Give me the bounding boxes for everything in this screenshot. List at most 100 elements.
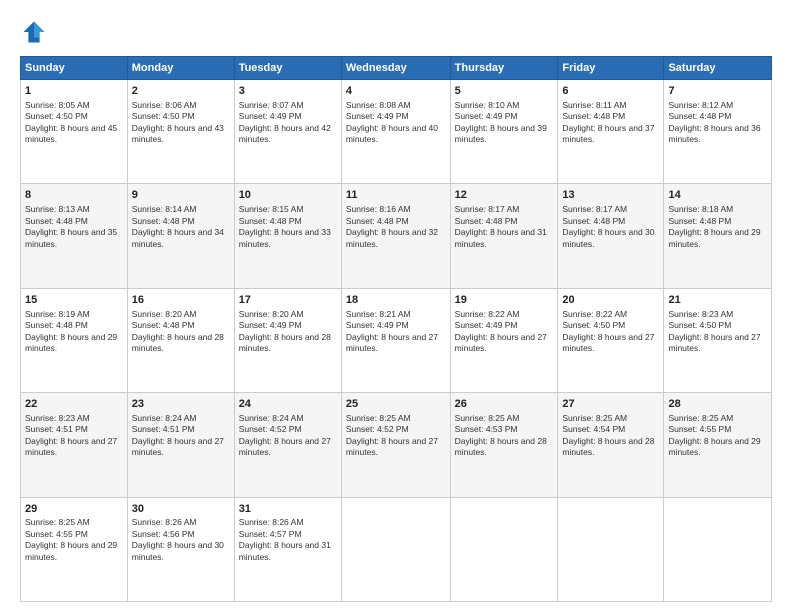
cell-info: Sunrise: 8:23 AMSunset: 4:50 PMDaylight:…	[668, 309, 767, 355]
cell-day-number: 30	[132, 502, 230, 517]
logo-icon	[20, 18, 48, 46]
cell-day-number: 8	[25, 188, 123, 203]
cell-info: Sunrise: 8:20 AMSunset: 4:48 PMDaylight:…	[132, 309, 230, 355]
cell-info: Sunrise: 8:06 AMSunset: 4:50 PMDaylight:…	[132, 100, 230, 146]
cell-week0-day3: 4 Sunrise: 8:08 AMSunset: 4:49 PMDayligh…	[341, 80, 450, 184]
cell-day-number: 27	[562, 397, 659, 412]
cell-week1-day3: 11 Sunrise: 8:16 AMSunset: 4:48 PMDaylig…	[341, 184, 450, 288]
cell-info: Sunrise: 8:13 AMSunset: 4:48 PMDaylight:…	[25, 204, 123, 250]
cell-info: Sunrise: 8:17 AMSunset: 4:48 PMDaylight:…	[562, 204, 659, 250]
cell-week2-day6: 21 Sunrise: 8:23 AMSunset: 4:50 PMDaylig…	[664, 288, 772, 392]
cell-week2-day2: 17 Sunrise: 8:20 AMSunset: 4:49 PMDaylig…	[234, 288, 341, 392]
cell-week1-day0: 8 Sunrise: 8:13 AMSunset: 4:48 PMDayligh…	[21, 184, 128, 288]
header	[20, 18, 772, 46]
cell-info: Sunrise: 8:21 AMSunset: 4:49 PMDaylight:…	[346, 309, 446, 355]
cell-week0-day4: 5 Sunrise: 8:10 AMSunset: 4:49 PMDayligh…	[450, 80, 558, 184]
cell-day-number: 23	[132, 397, 230, 412]
cell-week1-day4: 12 Sunrise: 8:17 AMSunset: 4:48 PMDaylig…	[450, 184, 558, 288]
cell-info: Sunrise: 8:24 AMSunset: 4:52 PMDaylight:…	[239, 413, 337, 459]
cell-day-number: 9	[132, 188, 230, 203]
cell-info: Sunrise: 8:20 AMSunset: 4:49 PMDaylight:…	[239, 309, 337, 355]
cell-day-number: 12	[455, 188, 554, 203]
cell-info: Sunrise: 8:14 AMSunset: 4:48 PMDaylight:…	[132, 204, 230, 250]
col-header-tuesday: Tuesday	[234, 57, 341, 80]
cell-week2-day1: 16 Sunrise: 8:20 AMSunset: 4:48 PMDaylig…	[127, 288, 234, 392]
cell-week3-day3: 25 Sunrise: 8:25 AMSunset: 4:52 PMDaylig…	[341, 393, 450, 497]
cell-info: Sunrise: 8:16 AMSunset: 4:48 PMDaylight:…	[346, 204, 446, 250]
cell-day-number: 19	[455, 293, 554, 308]
col-header-friday: Friday	[558, 57, 664, 80]
col-header-wednesday: Wednesday	[341, 57, 450, 80]
cell-info: Sunrise: 8:10 AMSunset: 4:49 PMDaylight:…	[455, 100, 554, 146]
cell-info: Sunrise: 8:25 AMSunset: 4:52 PMDaylight:…	[346, 413, 446, 459]
cell-info: Sunrise: 8:12 AMSunset: 4:48 PMDaylight:…	[668, 100, 767, 146]
cell-day-number: 15	[25, 293, 123, 308]
cell-day-number: 24	[239, 397, 337, 412]
cell-week4-day2: 31 Sunrise: 8:26 AMSunset: 4:57 PMDaylig…	[234, 497, 341, 601]
cell-week2-day5: 20 Sunrise: 8:22 AMSunset: 4:50 PMDaylig…	[558, 288, 664, 392]
cell-week1-day6: 14 Sunrise: 8:18 AMSunset: 4:48 PMDaylig…	[664, 184, 772, 288]
cell-day-number: 7	[668, 84, 767, 99]
cell-day-number: 11	[346, 188, 446, 203]
cell-week4-day3	[341, 497, 450, 601]
cell-day-number: 13	[562, 188, 659, 203]
cell-info: Sunrise: 8:18 AMSunset: 4:48 PMDaylight:…	[668, 204, 767, 250]
cell-info: Sunrise: 8:22 AMSunset: 4:50 PMDaylight:…	[562, 309, 659, 355]
cell-day-number: 31	[239, 502, 337, 517]
cell-week2-day4: 19 Sunrise: 8:22 AMSunset: 4:49 PMDaylig…	[450, 288, 558, 392]
cell-day-number: 22	[25, 397, 123, 412]
col-header-saturday: Saturday	[664, 57, 772, 80]
cell-day-number: 4	[346, 84, 446, 99]
cell-week3-day0: 22 Sunrise: 8:23 AMSunset: 4:51 PMDaylig…	[21, 393, 128, 497]
cell-day-number: 25	[346, 397, 446, 412]
cell-week0-day5: 6 Sunrise: 8:11 AMSunset: 4:48 PMDayligh…	[558, 80, 664, 184]
cell-week1-day2: 10 Sunrise: 8:15 AMSunset: 4:48 PMDaylig…	[234, 184, 341, 288]
cell-week3-day2: 24 Sunrise: 8:24 AMSunset: 4:52 PMDaylig…	[234, 393, 341, 497]
cell-info: Sunrise: 8:05 AMSunset: 4:50 PMDaylight:…	[25, 100, 123, 146]
cell-day-number: 21	[668, 293, 767, 308]
cell-info: Sunrise: 8:24 AMSunset: 4:51 PMDaylight:…	[132, 413, 230, 459]
cell-week2-day3: 18 Sunrise: 8:21 AMSunset: 4:49 PMDaylig…	[341, 288, 450, 392]
logo	[20, 18, 52, 46]
col-header-monday: Monday	[127, 57, 234, 80]
cell-week4-day1: 30 Sunrise: 8:26 AMSunset: 4:56 PMDaylig…	[127, 497, 234, 601]
cell-week3-day5: 27 Sunrise: 8:25 AMSunset: 4:54 PMDaylig…	[558, 393, 664, 497]
cell-day-number: 5	[455, 84, 554, 99]
cell-week1-day5: 13 Sunrise: 8:17 AMSunset: 4:48 PMDaylig…	[558, 184, 664, 288]
col-header-thursday: Thursday	[450, 57, 558, 80]
cell-day-number: 29	[25, 502, 123, 517]
cell-day-number: 2	[132, 84, 230, 99]
calendar-table: SundayMondayTuesdayWednesdayThursdayFrid…	[20, 56, 772, 602]
cell-info: Sunrise: 8:07 AMSunset: 4:49 PMDaylight:…	[239, 100, 337, 146]
cell-week4-day6	[664, 497, 772, 601]
cell-info: Sunrise: 8:17 AMSunset: 4:48 PMDaylight:…	[455, 204, 554, 250]
cell-info: Sunrise: 8:15 AMSunset: 4:48 PMDaylight:…	[239, 204, 337, 250]
cell-week3-day1: 23 Sunrise: 8:24 AMSunset: 4:51 PMDaylig…	[127, 393, 234, 497]
cell-week1-day1: 9 Sunrise: 8:14 AMSunset: 4:48 PMDayligh…	[127, 184, 234, 288]
cell-day-number: 10	[239, 188, 337, 203]
col-header-sunday: Sunday	[21, 57, 128, 80]
cell-week4-day0: 29 Sunrise: 8:25 AMSunset: 4:55 PMDaylig…	[21, 497, 128, 601]
cell-week0-day0: 1 Sunrise: 8:05 AMSunset: 4:50 PMDayligh…	[21, 80, 128, 184]
cell-info: Sunrise: 8:23 AMSunset: 4:51 PMDaylight:…	[25, 413, 123, 459]
cell-day-number: 6	[562, 84, 659, 99]
cell-week0-day1: 2 Sunrise: 8:06 AMSunset: 4:50 PMDayligh…	[127, 80, 234, 184]
cell-day-number: 14	[668, 188, 767, 203]
cell-info: Sunrise: 8:11 AMSunset: 4:48 PMDaylight:…	[562, 100, 659, 146]
cell-info: Sunrise: 8:25 AMSunset: 4:53 PMDaylight:…	[455, 413, 554, 459]
cell-info: Sunrise: 8:26 AMSunset: 4:56 PMDaylight:…	[132, 517, 230, 563]
cell-info: Sunrise: 8:22 AMSunset: 4:49 PMDaylight:…	[455, 309, 554, 355]
cell-day-number: 3	[239, 84, 337, 99]
cell-day-number: 17	[239, 293, 337, 308]
cell-day-number: 26	[455, 397, 554, 412]
cell-week4-day4	[450, 497, 558, 601]
cell-info: Sunrise: 8:26 AMSunset: 4:57 PMDaylight:…	[239, 517, 337, 563]
cell-week4-day5	[558, 497, 664, 601]
cell-day-number: 18	[346, 293, 446, 308]
page: SundayMondayTuesdayWednesdayThursdayFrid…	[0, 0, 792, 612]
cell-info: Sunrise: 8:25 AMSunset: 4:55 PMDaylight:…	[668, 413, 767, 459]
cell-week2-day0: 15 Sunrise: 8:19 AMSunset: 4:48 PMDaylig…	[21, 288, 128, 392]
cell-week3-day6: 28 Sunrise: 8:25 AMSunset: 4:55 PMDaylig…	[664, 393, 772, 497]
cell-week0-day6: 7 Sunrise: 8:12 AMSunset: 4:48 PMDayligh…	[664, 80, 772, 184]
cell-day-number: 28	[668, 397, 767, 412]
